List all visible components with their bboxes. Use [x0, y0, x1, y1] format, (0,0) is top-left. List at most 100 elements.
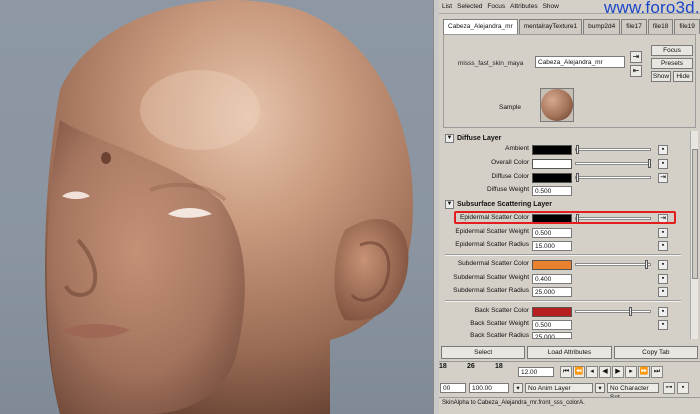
- tab-file18[interactable]: file18: [647, 19, 674, 34]
- ambient-slider-knob[interactable]: [576, 145, 579, 154]
- node-type-label: misss_fast_skin_maya: [458, 60, 524, 67]
- range-end-field[interactable]: 100.00: [469, 383, 509, 393]
- epidermal-weight-map-icon[interactable]: ▪: [658, 228, 668, 238]
- subdermal-radius-field[interactable]: 25.000: [532, 287, 572, 297]
- time-slider[interactable]: 18 26 18 12.00 ⏮ ⏪ ◂ ◀ ▶ ▸ ⏩ ⏭: [439, 361, 700, 381]
- back-color-swatch[interactable]: [532, 307, 572, 317]
- hide-button[interactable]: Hide: [673, 71, 693, 82]
- diffuse-weight-field[interactable]: 0.500: [532, 186, 572, 196]
- go-to-end-icon[interactable]: ⏭: [651, 366, 663, 378]
- back-radius-field[interactable]: 25.000: [532, 332, 572, 339]
- menu-list[interactable]: List: [442, 3, 452, 10]
- go-to-output-icon[interactable]: ⇤: [630, 65, 642, 77]
- subdermal-weight-label: Subdermal Scatter Weight: [453, 274, 529, 281]
- key-icon[interactable]: ⊶: [663, 382, 675, 394]
- diffuse-color-swatch[interactable]: [532, 173, 572, 183]
- subdermal-radius-map-icon[interactable]: ▪: [658, 287, 668, 297]
- ambient-map-icon[interactable]: ▪: [658, 145, 668, 155]
- ambient-slider[interactable]: [575, 145, 651, 154]
- separator: [445, 300, 681, 302]
- go-to-input-icon[interactable]: ⇥: [630, 51, 642, 63]
- tab-bump2d4[interactable]: bump2d4: [583, 19, 621, 34]
- ambient-label: Ambient: [505, 145, 529, 152]
- collapse-triangle-icon[interactable]: ▼: [445, 134, 454, 143]
- tab-cabeza-alejandra[interactable]: Cabeza_Alejandra_mr: [443, 19, 518, 34]
- sss-layer-title: Subsurface Scattering Layer: [457, 201, 552, 208]
- diffuse-color-map-icon[interactable]: ⇥: [658, 173, 668, 183]
- copy-tab-button[interactable]: Copy Tab: [613, 346, 698, 359]
- status-bar: SkinAlpha to Cabeza_Alejandra_mr.front_s…: [439, 397, 700, 409]
- node-tabs: Cabeza_Alejandra_mr mentalrayTexture1 bu…: [439, 19, 700, 34]
- step-forward-key-icon[interactable]: ⏩: [638, 366, 650, 378]
- subdermal-color-map-icon[interactable]: ▪: [658, 260, 668, 270]
- subdermal-color-slider[interactable]: [575, 260, 651, 269]
- tab-mentalray-texture[interactable]: mentalrayTexture1: [518, 19, 583, 34]
- node-name-field[interactable]: Cabeza_Alejandra_mr: [535, 56, 625, 68]
- back-color-map-icon[interactable]: ▪: [658, 307, 668, 317]
- presets-button[interactable]: Presets: [651, 58, 693, 69]
- ambient-swatch[interactable]: [532, 145, 572, 155]
- tab-file19[interactable]: file19: [674, 19, 700, 34]
- subdermal-radius-label: Subdermal Scatter Radius: [453, 287, 529, 294]
- collapse-triangle-icon[interactable]: ▼: [445, 200, 454, 209]
- overall-color-slider-knob[interactable]: [648, 159, 651, 168]
- diffuse-color-slider[interactable]: [575, 173, 651, 182]
- back-weight-field[interactable]: 0.500: [532, 320, 572, 330]
- subdermal-weight-field[interactable]: 0.400: [532, 274, 572, 284]
- epidermal-radius-map-icon[interactable]: ▪: [658, 241, 668, 251]
- epidermal-weight-field[interactable]: 0.500: [532, 228, 572, 238]
- menu-attributes[interactable]: Attributes: [510, 3, 537, 10]
- back-weight-map-icon[interactable]: ▪: [658, 320, 668, 330]
- step-forward-icon[interactable]: ▸: [625, 366, 637, 378]
- character-set-arrow-icon[interactable]: ▾: [595, 383, 605, 393]
- sample-sphere-icon: [541, 89, 573, 121]
- play-forward-icon[interactable]: ▶: [612, 366, 624, 378]
- prefs-icon[interactable]: ▪: [677, 382, 689, 394]
- back-color-label: Back Scatter Color: [474, 307, 529, 314]
- overall-color-swatch[interactable]: [532, 159, 572, 169]
- range-slider: 00 100.00 ▾ No Anim Layer ▾ No Character…: [439, 381, 700, 401]
- range-start-field[interactable]: 00: [440, 383, 466, 393]
- menu-show[interactable]: Show: [543, 3, 559, 10]
- character-set-dropdown[interactable]: No Character Set: [607, 383, 659, 401]
- play-backward-icon[interactable]: ◀: [599, 366, 611, 378]
- overall-color-map-icon[interactable]: ▪: [658, 159, 668, 169]
- back-weight-label: Back Scatter Weight: [470, 320, 529, 327]
- menu-focus[interactable]: Focus: [487, 3, 505, 10]
- time-tick-26: 26: [467, 363, 475, 370]
- subdermal-weight-map-icon[interactable]: ▪: [658, 274, 668, 284]
- rendered-head: [45, 0, 413, 414]
- scrollbar-thumb[interactable]: [692, 149, 698, 279]
- step-back-icon[interactable]: ◂: [586, 366, 598, 378]
- epidermal-radius-label: Epidermal Scatter Radius: [455, 241, 529, 248]
- attribute-scrollbar[interactable]: [690, 131, 698, 339]
- current-time-field[interactable]: 12.00: [518, 367, 554, 377]
- select-button[interactable]: Select: [441, 346, 526, 359]
- go-to-start-icon[interactable]: ⏮: [560, 366, 572, 378]
- back-radius-label: Back Scatter Radius: [470, 332, 529, 339]
- diffuse-layer-title: Diffuse Layer: [457, 135, 502, 142]
- time-tick-18: 18: [495, 363, 503, 370]
- overall-color-slider[interactable]: [575, 159, 651, 168]
- tab-file17[interactable]: file17: [621, 19, 647, 34]
- diffuse-color-label: Diffuse Color: [491, 173, 529, 180]
- diffuse-color-slider-knob[interactable]: [576, 173, 579, 182]
- subdermal-color-swatch[interactable]: [532, 260, 572, 270]
- anim-layer-dropdown[interactable]: No Anim Layer: [525, 383, 593, 393]
- step-back-key-icon[interactable]: ⏪: [573, 366, 585, 378]
- back-color-slider-knob[interactable]: [629, 307, 632, 316]
- focus-button[interactable]: Focus: [651, 45, 693, 56]
- epidermal-radius-field[interactable]: 15.000: [532, 241, 572, 251]
- back-color-slider[interactable]: [575, 307, 651, 316]
- sample-label: Sample: [499, 104, 522, 111]
- show-button[interactable]: Show: [651, 71, 671, 82]
- diffuse-weight-label: Diffuse Weight: [486, 186, 529, 193]
- anim-layer-arrow-icon[interactable]: ▾: [513, 383, 523, 393]
- load-attributes-button[interactable]: Load Attributes: [527, 346, 612, 359]
- sss-layer-header[interactable]: ▼ Subsurface Scattering Layer: [445, 199, 552, 210]
- viewport[interactable]: [0, 0, 433, 414]
- overall-color-label: Overall Color: [491, 159, 529, 166]
- subdermal-color-label: Subdermal Scatter Color: [457, 260, 529, 267]
- menu-selected[interactable]: Selected: [457, 3, 482, 10]
- subdermal-color-slider-knob[interactable]: [645, 260, 648, 269]
